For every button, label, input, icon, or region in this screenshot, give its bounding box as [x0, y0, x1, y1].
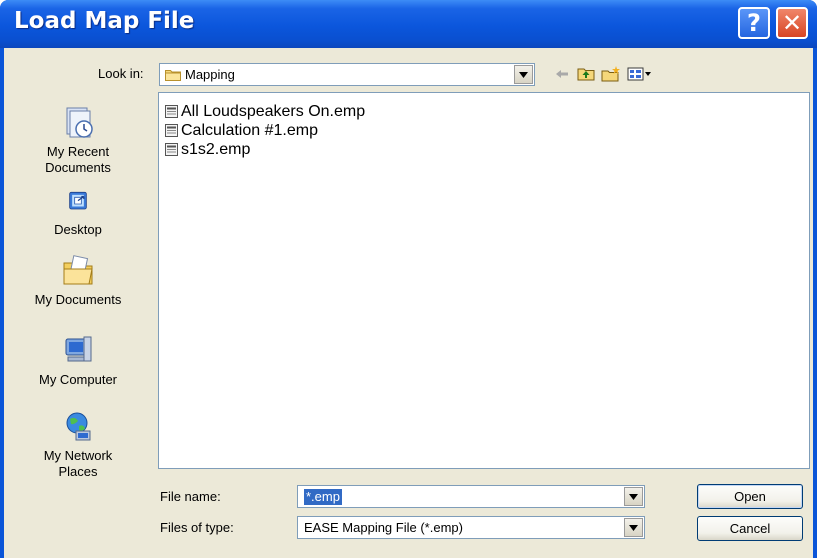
my-computer-icon — [65, 336, 92, 362]
emp-file-icon — [165, 105, 178, 118]
dialog-title: Load Map File — [14, 8, 195, 34]
look-in-dropdown-arrow[interactable] — [514, 65, 533, 84]
place-label: My Computer — [38, 372, 118, 387]
chevron-down-icon — [519, 71, 528, 78]
place-my-computer[interactable]: My Computer — [4, 333, 152, 388]
file-name-label: File name: — [160, 489, 221, 504]
help-button[interactable]: ? — [738, 7, 770, 39]
list-item[interactable]: All Loudspeakers On.emp — [165, 102, 365, 121]
file-name-text: s1s2.emp — [181, 140, 251, 158]
place-label-line: Documents — [45, 160, 111, 175]
open-button[interactable]: Open — [697, 484, 803, 509]
chevron-down-icon — [629, 524, 638, 531]
emp-file-icon — [165, 143, 178, 156]
file-name-text: Calculation #1.emp — [181, 121, 318, 139]
recent-documents-icon — [66, 107, 93, 138]
network-places-icon — [66, 412, 91, 441]
files-of-type-dropdown-arrow[interactable] — [624, 518, 643, 537]
file-name-value: *.emp — [304, 489, 342, 505]
help-icon: ? — [747, 9, 761, 37]
file-name-value-wrap: *.emp — [304, 489, 342, 505]
place-my-documents[interactable]: My Documents — [4, 253, 152, 308]
close-icon: ✕ — [781, 9, 803, 37]
files-of-type-value: EASE Mapping File (*.emp) — [304, 520, 463, 535]
emp-file-icon — [165, 124, 178, 137]
look-in-label: Look in: — [98, 66, 144, 81]
place-my-network-places[interactable]: My Network Places — [4, 409, 152, 480]
place-label-line: Places — [58, 464, 98, 479]
close-button[interactable]: ✕ — [776, 7, 808, 39]
list-item[interactable]: s1s2.emp — [165, 140, 250, 159]
back-arrow-icon[interactable] — [555, 65, 569, 82]
look-in-value: Mapping — [185, 67, 235, 82]
new-folder-icon[interactable] — [601, 65, 621, 82]
my-documents-icon — [63, 255, 93, 285]
cancel-button[interactable]: Cancel — [697, 516, 803, 541]
place-label: Desktop — [54, 222, 102, 237]
load-map-file-dialog: Load Map File ? ✕ Look in: Mapping My Re… — [0, 0, 817, 558]
place-label: My Documents — [34, 292, 122, 307]
file-list[interactable]: All Loudspeakers On.emp Calculation #1.e… — [158, 92, 810, 469]
place-label-line: My Network — [43, 448, 113, 463]
place-desktop[interactable]: Desktop — [4, 189, 152, 238]
dialog-body: Look in: Mapping My Recent Documents Des… — [4, 48, 813, 558]
view-menu-icon[interactable] — [627, 65, 653, 82]
place-my-recent-documents[interactable]: My Recent Documents — [4, 105, 152, 176]
places-bar: My Recent Documents Desktop My Documents… — [4, 93, 152, 483]
place-label-line: My Recent — [46, 144, 110, 159]
file-name-text: All Loudspeakers On.emp — [181, 102, 366, 120]
desktop-icon — [69, 191, 87, 210]
place-label: My Recent Documents — [4, 144, 152, 176]
up-one-level-icon[interactable] — [577, 65, 595, 82]
look-in-dropdown[interactable]: Mapping — [159, 63, 535, 86]
files-of-type-label: Files of type: — [160, 520, 234, 535]
chevron-down-icon — [629, 493, 638, 500]
list-item[interactable]: Calculation #1.emp — [165, 121, 318, 140]
files-of-type-dropdown[interactable]: EASE Mapping File (*.emp) — [297, 516, 645, 539]
folder-icon — [165, 70, 181, 81]
title-bar[interactable]: Load Map File ? ✕ — [0, 0, 817, 48]
place-label: My Network Places — [4, 448, 152, 480]
file-name-input[interactable]: *.emp — [297, 485, 645, 508]
file-name-dropdown-arrow[interactable] — [624, 487, 643, 506]
